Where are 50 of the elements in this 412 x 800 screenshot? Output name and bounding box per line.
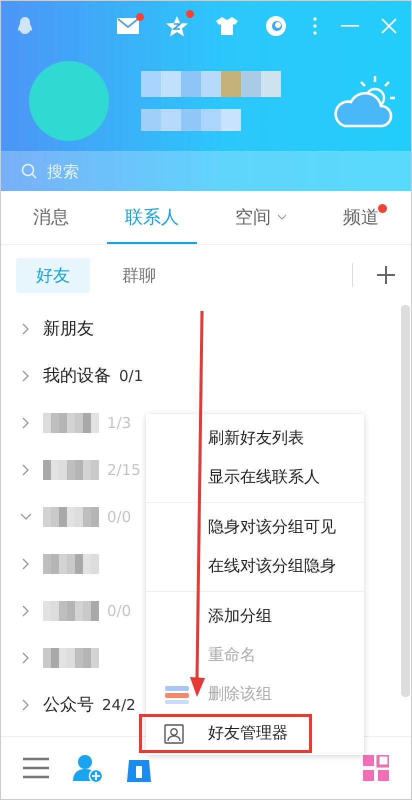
group-name[interactable]: 公众号 <box>43 693 94 716</box>
add-icon[interactable] <box>377 266 395 284</box>
star-icon[interactable] <box>165 15 189 37</box>
chevron-right-icon[interactable] <box>21 322 31 334</box>
group-name[interactable]: 我的设备 <box>43 364 111 387</box>
close-icon[interactable] <box>381 18 397 34</box>
chevron-right-icon[interactable] <box>21 416 31 428</box>
tab[interactable]: 频道 <box>325 191 397 244</box>
group-name[interactable]: 新朋友 <box>43 317 94 340</box>
menu-icon[interactable] <box>23 757 49 779</box>
scrollbar[interactable] <box>401 305 410 697</box>
menu-item[interactable]: 添加分组 <box>146 597 364 636</box>
swirl-icon[interactable] <box>265 15 287 37</box>
chevron-right-icon[interactable] <box>21 370 31 382</box>
sub-tab[interactable]: 群聊 <box>102 258 176 292</box>
chevron-right-icon[interactable] <box>21 698 31 710</box>
menu-item[interactable]: 刷新好友列表 <box>146 419 364 458</box>
blurred-group-name <box>43 648 99 668</box>
online-count: 2/15 <box>107 460 141 478</box>
grid-icon[interactable] <box>363 755 389 781</box>
blurred-group-name <box>43 460 99 480</box>
chevron-down-icon[interactable] <box>21 510 31 522</box>
blurred-group-name <box>43 600 99 620</box>
online-count: 0/1 <box>119 366 144 384</box>
menu-item[interactable]: 好友管理器 <box>139 714 312 753</box>
chevron-right-icon[interactable] <box>21 604 31 616</box>
blurred-group-name <box>43 554 99 574</box>
online-count: 0/0 <box>107 508 132 526</box>
chevron-right-icon[interactable] <box>21 652 31 664</box>
more-icon[interactable] <box>313 17 317 35</box>
search-icon <box>21 163 37 179</box>
online-count: 0/0 <box>107 602 132 620</box>
minimize-icon[interactable] <box>341 25 359 27</box>
menu-item[interactable]: 隐身对该分组可见 <box>146 508 364 547</box>
mail-icon[interactable] <box>117 18 139 34</box>
chevron-right-icon[interactable] <box>21 464 31 476</box>
chevron-right-icon[interactable] <box>21 558 31 570</box>
tab[interactable]: 空间 <box>217 191 305 244</box>
online-count: 24/2 <box>102 696 136 714</box>
blurred-group-name <box>43 412 99 432</box>
blurred-group-name <box>43 506 99 526</box>
stack-icon <box>164 684 190 704</box>
menu-item[interactable]: 显示在线联系人 <box>146 458 364 497</box>
contact-card-icon <box>164 724 184 744</box>
menu-item[interactable]: 在线对该分组隐身 <box>146 547 364 586</box>
online-count: 1/3 <box>107 414 132 432</box>
penguin-icon[interactable] <box>17 16 33 36</box>
shirt-icon[interactable] <box>215 16 239 36</box>
add-contact-icon[interactable] <box>73 753 103 783</box>
tab[interactable]: 消息 <box>15 191 87 244</box>
